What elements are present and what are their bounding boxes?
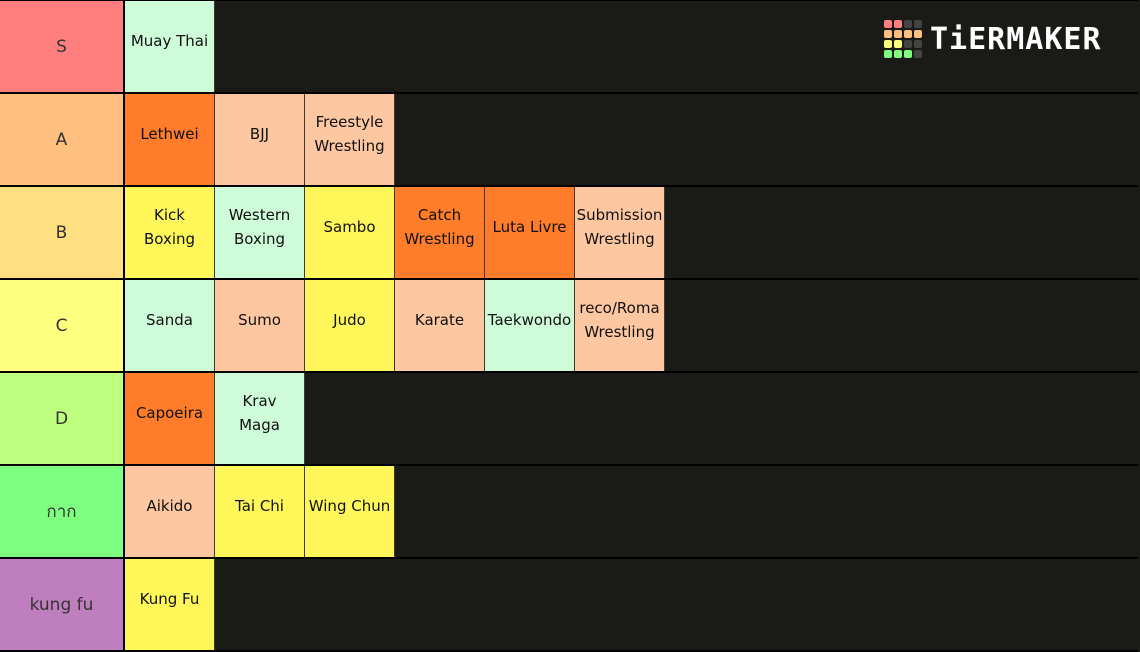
tier-row: B Kick Boxing Western Boxing Sambo Catch Wre… [0,187,1138,278]
logo-square [904,20,912,28]
tier-label[interactable]: กาก [0,466,125,557]
logo-text: TiERMAKER [930,21,1102,57]
tier-item[interactable]: Karate [395,280,485,371]
tier-item[interactable]: Aikido [125,466,215,557]
tier-row: D Capoeira Krav Maga [0,373,1138,464]
tier-item[interactable]: BJJ [215,94,305,185]
logo-square [914,20,922,28]
logo-square [904,50,912,58]
tier-item[interactable]: Lethwei [125,94,215,185]
tier-items: Sanda Sumo Judo Karate Taekwondo reco/Roma Wr… [125,280,665,371]
logo-square [884,20,892,28]
tier-item[interactable]: Sumo [215,280,305,371]
tier-item[interactable]: Muay Thai [125,1,215,92]
tier-item[interactable]: Capoeira [125,373,215,464]
logo-square [904,30,912,38]
tier-item[interactable]: Western Boxing [215,187,305,278]
logo-square [914,50,922,58]
logo-square [914,40,922,48]
tier-label[interactable]: A [0,94,125,185]
logo-square [884,50,892,58]
tier-row: kung fu Kung Fu [0,559,1138,650]
tier-items: Capoeira Krav Maga [125,373,305,464]
tier-item[interactable]: reco/Roma Wrestling [575,280,665,371]
tier-row: A Lethwei BJJ Freestyle Wrestling [0,94,1138,185]
tier-item[interactable]: Tai Chi [215,466,305,557]
tier-board: S Muay Thai A Lethwei BJJ Freestyle Wrestling… [0,0,1138,652]
logo-square [914,30,922,38]
logo-square [904,40,912,48]
tier-item[interactable]: Sanda [125,280,215,371]
logo-grid-icon [884,20,922,58]
tiermaker-logo: TiERMAKER [884,20,1102,58]
tier-item[interactable]: Kung Fu [125,559,215,650]
logo-square [894,30,902,38]
tier-items: Muay Thai [125,1,215,92]
logo-square [894,20,902,28]
tier-item[interactable]: Catch Wrestling [395,187,485,278]
tier-item[interactable]: Krav Maga [215,373,305,464]
tier-label[interactable]: B [0,187,125,278]
tier-item[interactable]: Luta Livre [485,187,575,278]
tier-item[interactable]: Taekwondo [485,280,575,371]
tier-item[interactable]: Kick Boxing [125,187,215,278]
tier-items: Aikido Tai Chi Wing Chun [125,466,395,557]
tier-items: Kick Boxing Western Boxing Sambo Catch Wres… [125,187,665,278]
logo-square [884,40,892,48]
tier-item[interactable]: Wing Chun [305,466,395,557]
logo-square [894,50,902,58]
tier-row: กาก Aikido Tai Chi Wing Chun [0,466,1138,557]
tier-item[interactable]: Submission Wrestling [575,187,665,278]
tier-row: C Sanda Sumo Judo Karate Taekwondo reco/Roma W… [0,280,1138,371]
tier-label[interactable]: D [0,373,125,464]
tier-item[interactable]: Sambo [305,187,395,278]
tier-items: Lethwei BJJ Freestyle Wrestling [125,94,395,185]
tier-items: Kung Fu [125,559,215,650]
tier-item[interactable]: Freestyle Wrestling [305,94,395,185]
tier-label[interactable]: C [0,280,125,371]
tier-label[interactable]: kung fu [0,559,125,650]
logo-square [894,40,902,48]
tier-label[interactable]: S [0,1,125,92]
tier-item[interactable]: Judo [305,280,395,371]
logo-square [884,30,892,38]
